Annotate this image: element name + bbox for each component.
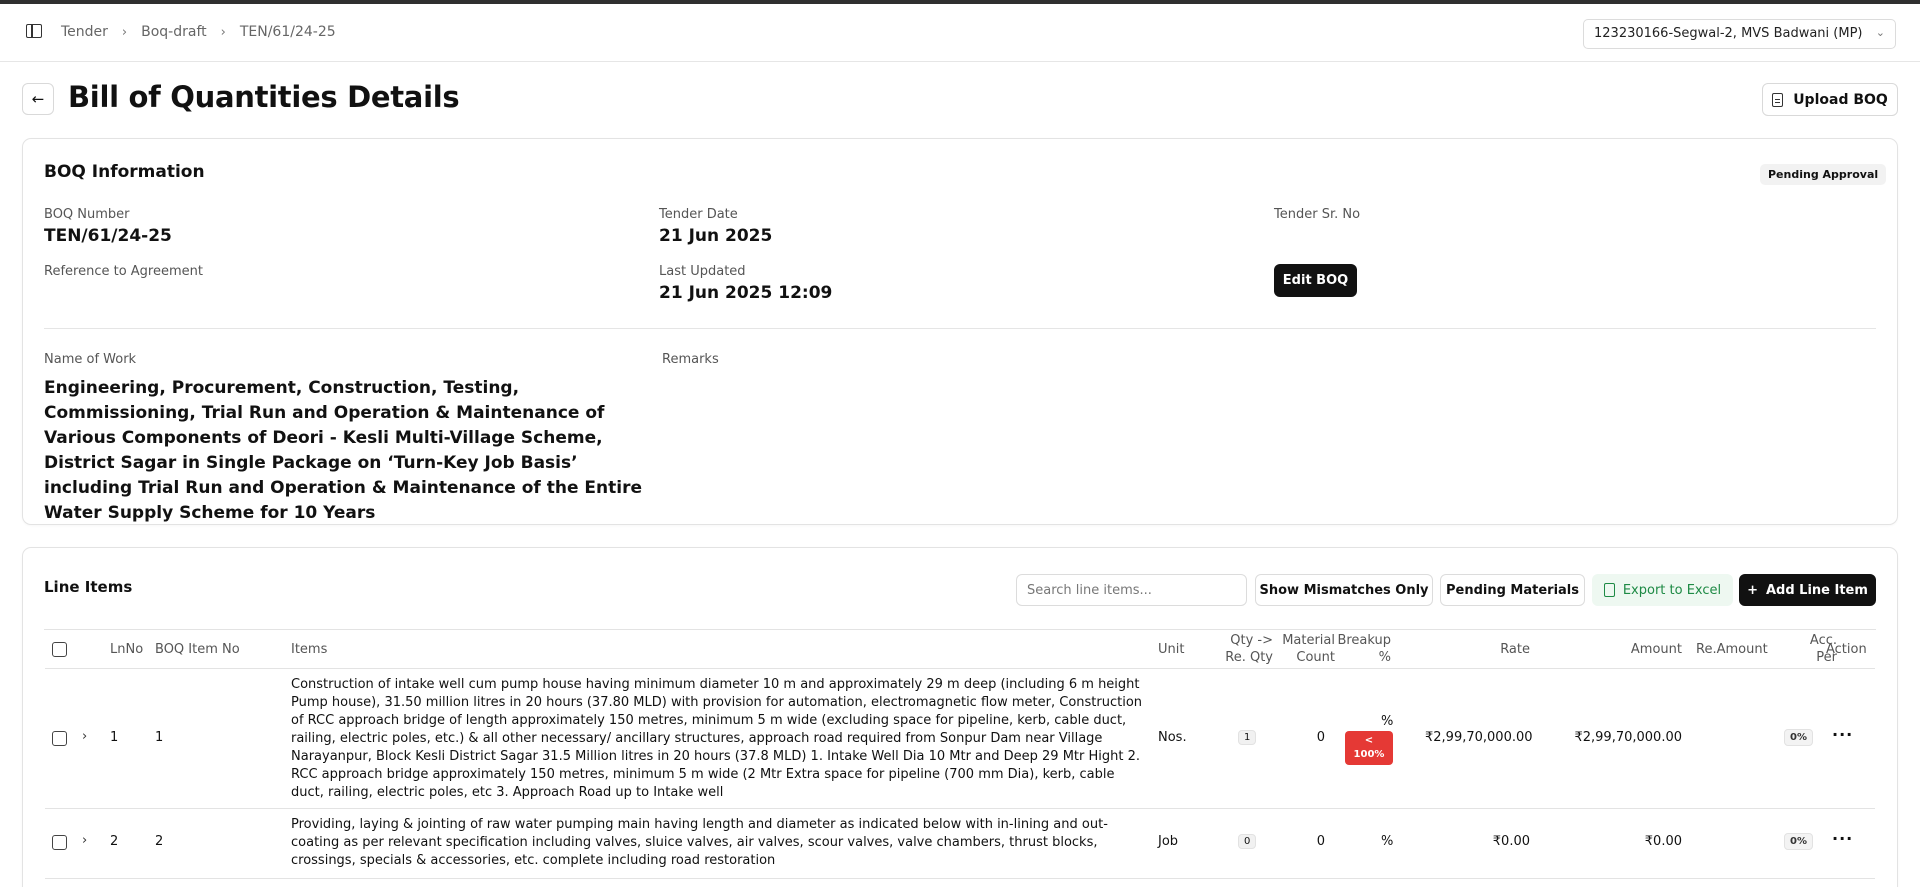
breadcrumb-current: TEN/61/24-25	[239, 24, 336, 40]
row-boq-item-no: 1	[155, 730, 164, 745]
chevron-right-icon: ›	[121, 24, 128, 40]
row-acc-per: 0%	[1784, 729, 1813, 746]
chevron-right-icon[interactable]: ›	[82, 833, 87, 848]
col-unit: Unit	[1158, 642, 1185, 657]
col-material-count: Material Count	[1282, 633, 1335, 665]
breadcrumb: Tender › Boq-draft › TEN/61/24-25	[61, 24, 336, 40]
row-breakup-label: %	[1381, 834, 1394, 849]
col-amount: Amount	[1630, 642, 1682, 657]
chevron-right-icon: ›	[220, 24, 226, 40]
col-qty: Qty -> Re. Qty	[1225, 633, 1273, 665]
add-line-item-button[interactable]: + Add Line Item	[1739, 574, 1876, 606]
site-selector-value: 123230166-Segwal-2, MVS Badwani (MP)	[1594, 26, 1863, 41]
reference-label: Reference to Agreement	[44, 264, 203, 279]
tender-date-label: Tender Date	[659, 207, 738, 222]
row-material-count: 0	[1316, 730, 1325, 745]
status-badge: Pending Approval	[1760, 164, 1887, 185]
row-amount: ₹0.00	[1644, 834, 1682, 849]
pending-materials-button[interactable]: Pending Materials	[1440, 574, 1585, 606]
plus-icon: +	[1747, 582, 1758, 598]
row-checkbox[interactable]	[52, 835, 67, 850]
table-row[interactable]: › 2 2 Providing, laying & jointing of ra…	[45, 809, 1875, 879]
more-actions-icon[interactable]: ···	[1832, 725, 1853, 744]
search-line-items-input[interactable]	[1016, 574, 1247, 606]
col-lnno: LnNo	[110, 642, 144, 657]
row-checkbox[interactable]	[52, 731, 67, 746]
tender-sr-label: Tender Sr. No	[1274, 207, 1361, 222]
app-header: Tender › Boq-draft › TEN/61/24-25 123230…	[0, 4, 1920, 62]
row-breakup-badge[interactable]: <100%	[1345, 731, 1393, 765]
spreadsheet-icon	[1603, 583, 1615, 597]
row-amount: ₹2,99,70,000.00	[1574, 730, 1682, 745]
row-qty: 1	[1238, 730, 1257, 745]
more-actions-icon[interactable]: ···	[1832, 829, 1853, 848]
section-divider	[44, 328, 1876, 329]
col-re-amount: Re.Amount	[1696, 642, 1768, 657]
file-upload-icon	[1772, 92, 1784, 107]
page-title: Bill of Quantities Details	[68, 80, 460, 114]
export-to-excel-button[interactable]: Export to Excel	[1592, 574, 1733, 606]
last-updated-label: Last Updated	[659, 264, 746, 279]
export-to-excel-label: Export to Excel	[1622, 582, 1722, 598]
chevron-right-icon[interactable]: ›	[82, 729, 87, 744]
table-row[interactable]: › 1 1 Construction of intake well cum pu…	[45, 669, 1875, 809]
site-selector[interactable]: 123230166-Segwal-2, MVS Badwani (MP) ⌄	[1583, 19, 1896, 49]
select-all-checkbox[interactable]	[52, 642, 67, 657]
line-items-table: LnNo BOQ Item No Items Unit Qty -> Re. Qt…	[44, 629, 1876, 879]
row-rate: ₹0.00	[1492, 834, 1530, 849]
last-updated-value: 21 Jun 2025 12:09	[659, 283, 833, 303]
edit-boq-button[interactable]: Edit BOQ	[1274, 264, 1357, 297]
col-breakup: Breakup%	[1337, 633, 1391, 665]
row-breakup-label: %	[1381, 714, 1394, 729]
row-item-description: Construction of intake well cum pump hou…	[291, 677, 1143, 800]
breadcrumb-tender[interactable]: Tender	[61, 24, 108, 40]
row-lnno: 2	[110, 834, 119, 849]
row-acc-per: 0%	[1784, 833, 1813, 850]
col-boq-item-no: BOQ Item No	[155, 642, 240, 657]
add-line-item-label: Add Line Item	[1765, 582, 1868, 598]
arrow-left-icon: ←	[31, 90, 45, 108]
boq-number-label: BOQ Number	[44, 207, 130, 222]
boq-information-title: BOQ Information	[44, 162, 205, 182]
sidebar-toggle-icon[interactable]	[26, 24, 42, 38]
row-boq-item-no: 2	[155, 834, 164, 849]
back-button[interactable]: ←	[22, 83, 54, 115]
row-item-description: Providing, laying & jointing of raw wate…	[291, 817, 1108, 868]
row-unit: Job	[1158, 834, 1179, 849]
col-rate: Rate	[1500, 642, 1530, 657]
row-lnno: 1	[110, 730, 119, 745]
col-items: Items	[291, 642, 328, 657]
row-rate: ₹2,99,70,000.00	[1425, 730, 1533, 745]
boq-number-value: TEN/61/24-25	[44, 226, 172, 246]
upload-boq-label: Upload BOQ	[1793, 91, 1888, 108]
chevron-down-icon: ⌄	[1875, 26, 1885, 39]
line-items-title: Line Items	[44, 578, 133, 596]
remarks-label: Remarks	[662, 352, 719, 367]
row-unit: Nos.	[1158, 730, 1187, 745]
col-action: Action	[1826, 642, 1867, 657]
table-header: LnNo BOQ Item No Items Unit Qty -> Re. Qt…	[45, 630, 1875, 669]
show-mismatches-button[interactable]: Show Mismatches Only	[1255, 574, 1433, 606]
row-qty: 0	[1238, 834, 1257, 849]
row-material-count: 0	[1316, 834, 1325, 849]
breadcrumb-boq-draft[interactable]: Boq-draft	[141, 24, 207, 40]
name-of-work-value: Engineering, Procurement, Construction, …	[44, 378, 642, 523]
tender-date-value: 21 Jun 2025	[659, 226, 773, 246]
upload-boq-button[interactable]: Upload BOQ	[1762, 83, 1898, 116]
name-of-work-label: Name of Work	[44, 352, 137, 367]
